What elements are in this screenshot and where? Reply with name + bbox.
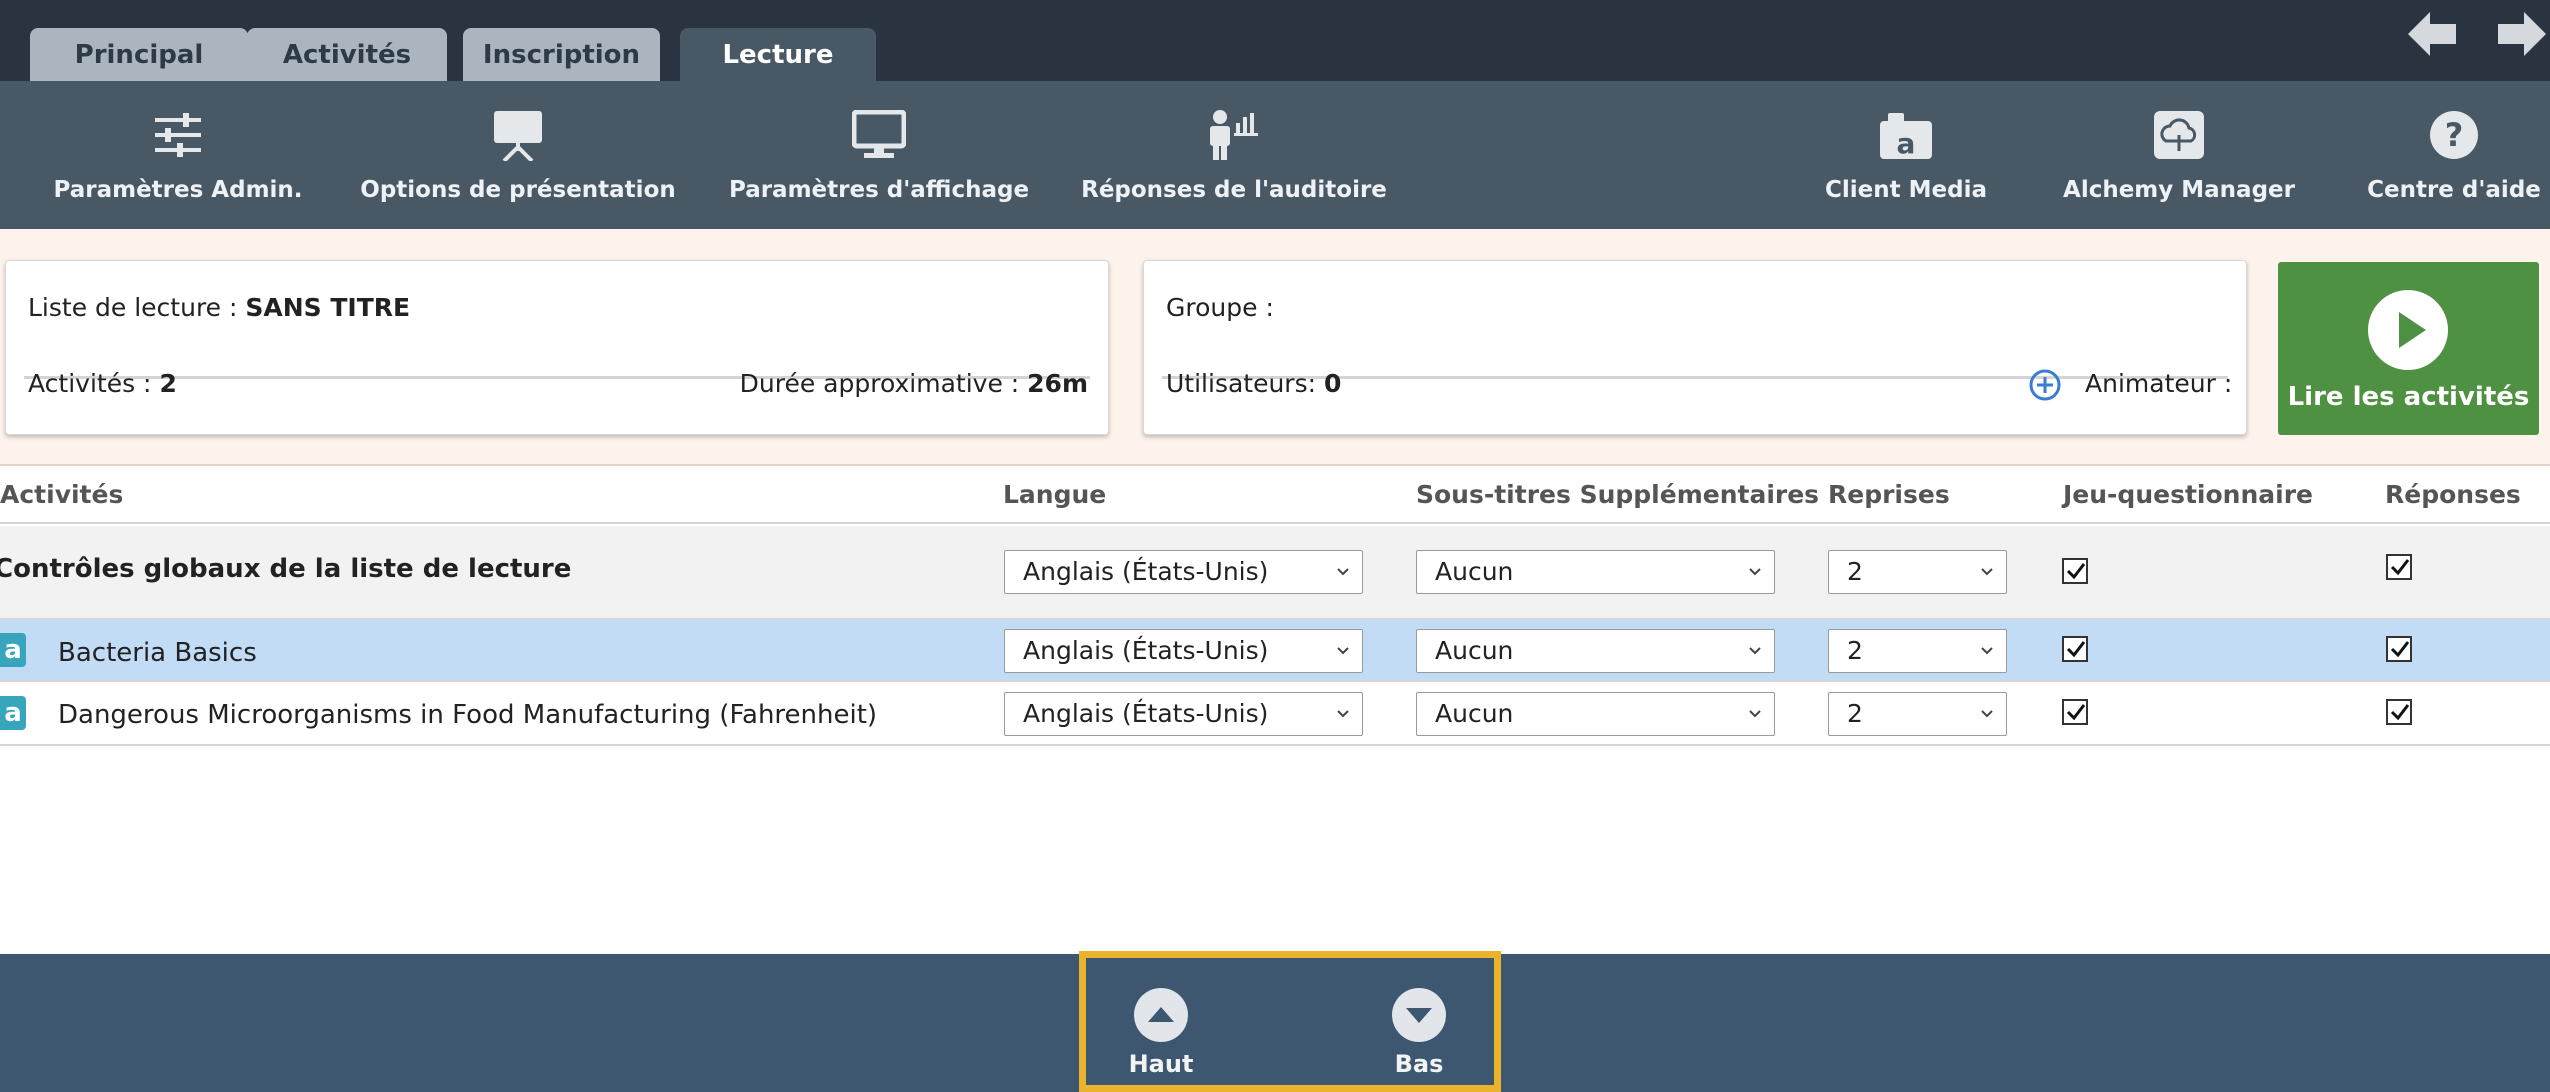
presentation-options-button[interactable]: Options de présentation bbox=[360, 81, 676, 229]
users-count: Utilisateurs: 0 bbox=[1166, 369, 1342, 398]
chevron-down-icon bbox=[1337, 710, 1349, 718]
sliders-icon bbox=[148, 107, 208, 163]
presentation-board-icon bbox=[488, 107, 548, 163]
playlist-info-strip: Liste de lecture : SANS TITRE Activités … bbox=[0, 229, 2550, 464]
admin-settings-label: Paramètres Admin. bbox=[53, 177, 303, 203]
tab-inscription[interactable]: Inscription bbox=[463, 28, 660, 81]
chevron-down-icon bbox=[1749, 647, 1761, 655]
chevron-down-icon bbox=[1337, 647, 1349, 655]
svg-text:a: a bbox=[1897, 127, 1916, 160]
checkmark-icon bbox=[2066, 704, 2086, 721]
tab-bar: Principal Activités Inscription Lecture bbox=[0, 0, 2550, 81]
chevron-down-icon bbox=[1337, 568, 1349, 576]
global-quiz-checkbox[interactable] bbox=[2062, 558, 2088, 584]
cloud-sync-icon bbox=[2149, 107, 2209, 163]
quiz-checkbox[interactable] bbox=[2062, 699, 2088, 725]
toolbar: Paramètres Admin. Options de présentatio… bbox=[0, 81, 2550, 229]
col-quiz: Jeu-questionnaire bbox=[2063, 480, 2313, 509]
activities-count: Activités : 2 bbox=[28, 369, 177, 398]
quiz-checkbox[interactable] bbox=[2062, 636, 2088, 662]
answers-checkbox[interactable] bbox=[2386, 699, 2412, 725]
chevron-down-icon bbox=[1749, 568, 1761, 576]
activity-type-icon: a bbox=[0, 633, 26, 667]
tab-activites[interactable]: Activités bbox=[247, 28, 447, 81]
add-facilitator-icon[interactable] bbox=[2028, 368, 2062, 402]
answers-checkbox[interactable] bbox=[2386, 636, 2412, 662]
help-icon: ? bbox=[2424, 107, 2484, 163]
col-replays: Reprises bbox=[1828, 480, 1950, 509]
admin-settings-button[interactable]: Paramètres Admin. bbox=[53, 81, 303, 229]
col-subtitles: Sous-titres Supplémentaires bbox=[1416, 480, 1820, 509]
alchemy-manager-label: Alchemy Manager bbox=[2063, 177, 2295, 203]
help-center-button[interactable]: ? Centre d'aide bbox=[2367, 81, 2541, 229]
playlist-title: Liste de lecture : SANS TITRE bbox=[28, 293, 411, 322]
chevron-down-icon bbox=[1981, 568, 1993, 576]
audience-responses-label: Réponses de l'auditoire bbox=[1081, 177, 1387, 203]
play-icon bbox=[2368, 290, 2448, 370]
activity-name: Bacteria Basics bbox=[58, 638, 257, 668]
playlist-card: Liste de lecture : SANS TITRE Activités … bbox=[5, 260, 1109, 435]
replays-select[interactable]: 2 bbox=[1828, 692, 2007, 736]
table-header: Activités Langue Sous-titres Supplémenta… bbox=[0, 464, 2550, 524]
svg-text:?: ? bbox=[2445, 116, 2464, 154]
chevron-down-icon bbox=[1981, 710, 1993, 718]
client-media-button[interactable]: a Client Media bbox=[1822, 81, 1990, 229]
tab-lecture[interactable]: Lecture bbox=[680, 28, 876, 81]
checkmark-icon bbox=[2066, 641, 2086, 658]
display-settings-button[interactable]: Paramètres d'affichage bbox=[729, 81, 1029, 229]
table-row[interactable]: a Bacteria Basics Anglais (États-Unis) A… bbox=[0, 620, 2550, 682]
checkmark-icon bbox=[2390, 559, 2410, 576]
col-language: Langue bbox=[1003, 480, 1107, 509]
chevron-down-icon bbox=[1981, 647, 1993, 655]
facilitator-label: Animateur : bbox=[2085, 369, 2233, 398]
checkmark-icon bbox=[2390, 704, 2410, 721]
global-controls-row: Contrôles globaux de la liste de lecture… bbox=[0, 526, 2550, 620]
global-answers-checkbox[interactable] bbox=[2386, 554, 2412, 580]
replays-select[interactable]: 2 bbox=[1828, 629, 2007, 673]
presentation-options-label: Options de présentation bbox=[360, 177, 676, 203]
monitor-icon bbox=[849, 107, 909, 163]
display-settings-label: Paramètres d'affichage bbox=[728, 177, 1030, 203]
group-label: Groupe : bbox=[1166, 293, 1274, 322]
global-replays-select[interactable]: 2 bbox=[1828, 550, 2007, 594]
activity-type-icon: a bbox=[0, 696, 26, 730]
table-row[interactable]: a Dangerous Microorganisms in Food Manuf… bbox=[0, 682, 2550, 746]
chevron-down-icon bbox=[1749, 710, 1761, 718]
highlight-frame bbox=[1079, 951, 1501, 1092]
audience-responses-button[interactable]: Réponses de l'auditoire bbox=[1081, 81, 1387, 229]
col-activities: Activités bbox=[0, 480, 124, 509]
group-card: Groupe : Utilisateurs: 0 Animateur : bbox=[1143, 260, 2247, 435]
checkmark-icon bbox=[2390, 641, 2410, 658]
media-box-icon: a bbox=[1876, 107, 1936, 163]
subtitles-select[interactable]: Aucun bbox=[1416, 629, 1775, 673]
back-arrow-icon[interactable] bbox=[2408, 12, 2460, 56]
approximate-duration: Durée approximative : 26m bbox=[739, 369, 1088, 398]
activity-name: Dangerous Microorganisms in Food Manufac… bbox=[58, 700, 878, 730]
play-activities-button[interactable]: Lire les activités bbox=[2278, 262, 2539, 435]
global-subtitles-select[interactable]: Aucun bbox=[1416, 550, 1775, 594]
forward-arrow-icon[interactable] bbox=[2494, 12, 2546, 56]
checkmark-icon bbox=[2066, 563, 2086, 580]
global-language-select[interactable]: Anglais (États-Unis) bbox=[1004, 550, 1363, 594]
col-answers: Réponses bbox=[2385, 480, 2521, 509]
alchemy-manager-button[interactable]: Alchemy Manager bbox=[2063, 81, 2295, 229]
language-select[interactable]: Anglais (États-Unis) bbox=[1004, 629, 1363, 673]
global-controls-title: Contrôles globaux de la liste de lecture bbox=[0, 554, 572, 584]
help-center-label: Centre d'aide bbox=[2367, 177, 2541, 203]
subtitles-select[interactable]: Aucun bbox=[1416, 692, 1775, 736]
tab-principal[interactable]: Principal bbox=[30, 28, 248, 81]
language-select[interactable]: Anglais (États-Unis) bbox=[1004, 692, 1363, 736]
audience-chart-icon bbox=[1204, 107, 1264, 163]
client-media-label: Client Media bbox=[1825, 177, 1987, 203]
play-activities-label: Lire les activités bbox=[2287, 382, 2530, 412]
